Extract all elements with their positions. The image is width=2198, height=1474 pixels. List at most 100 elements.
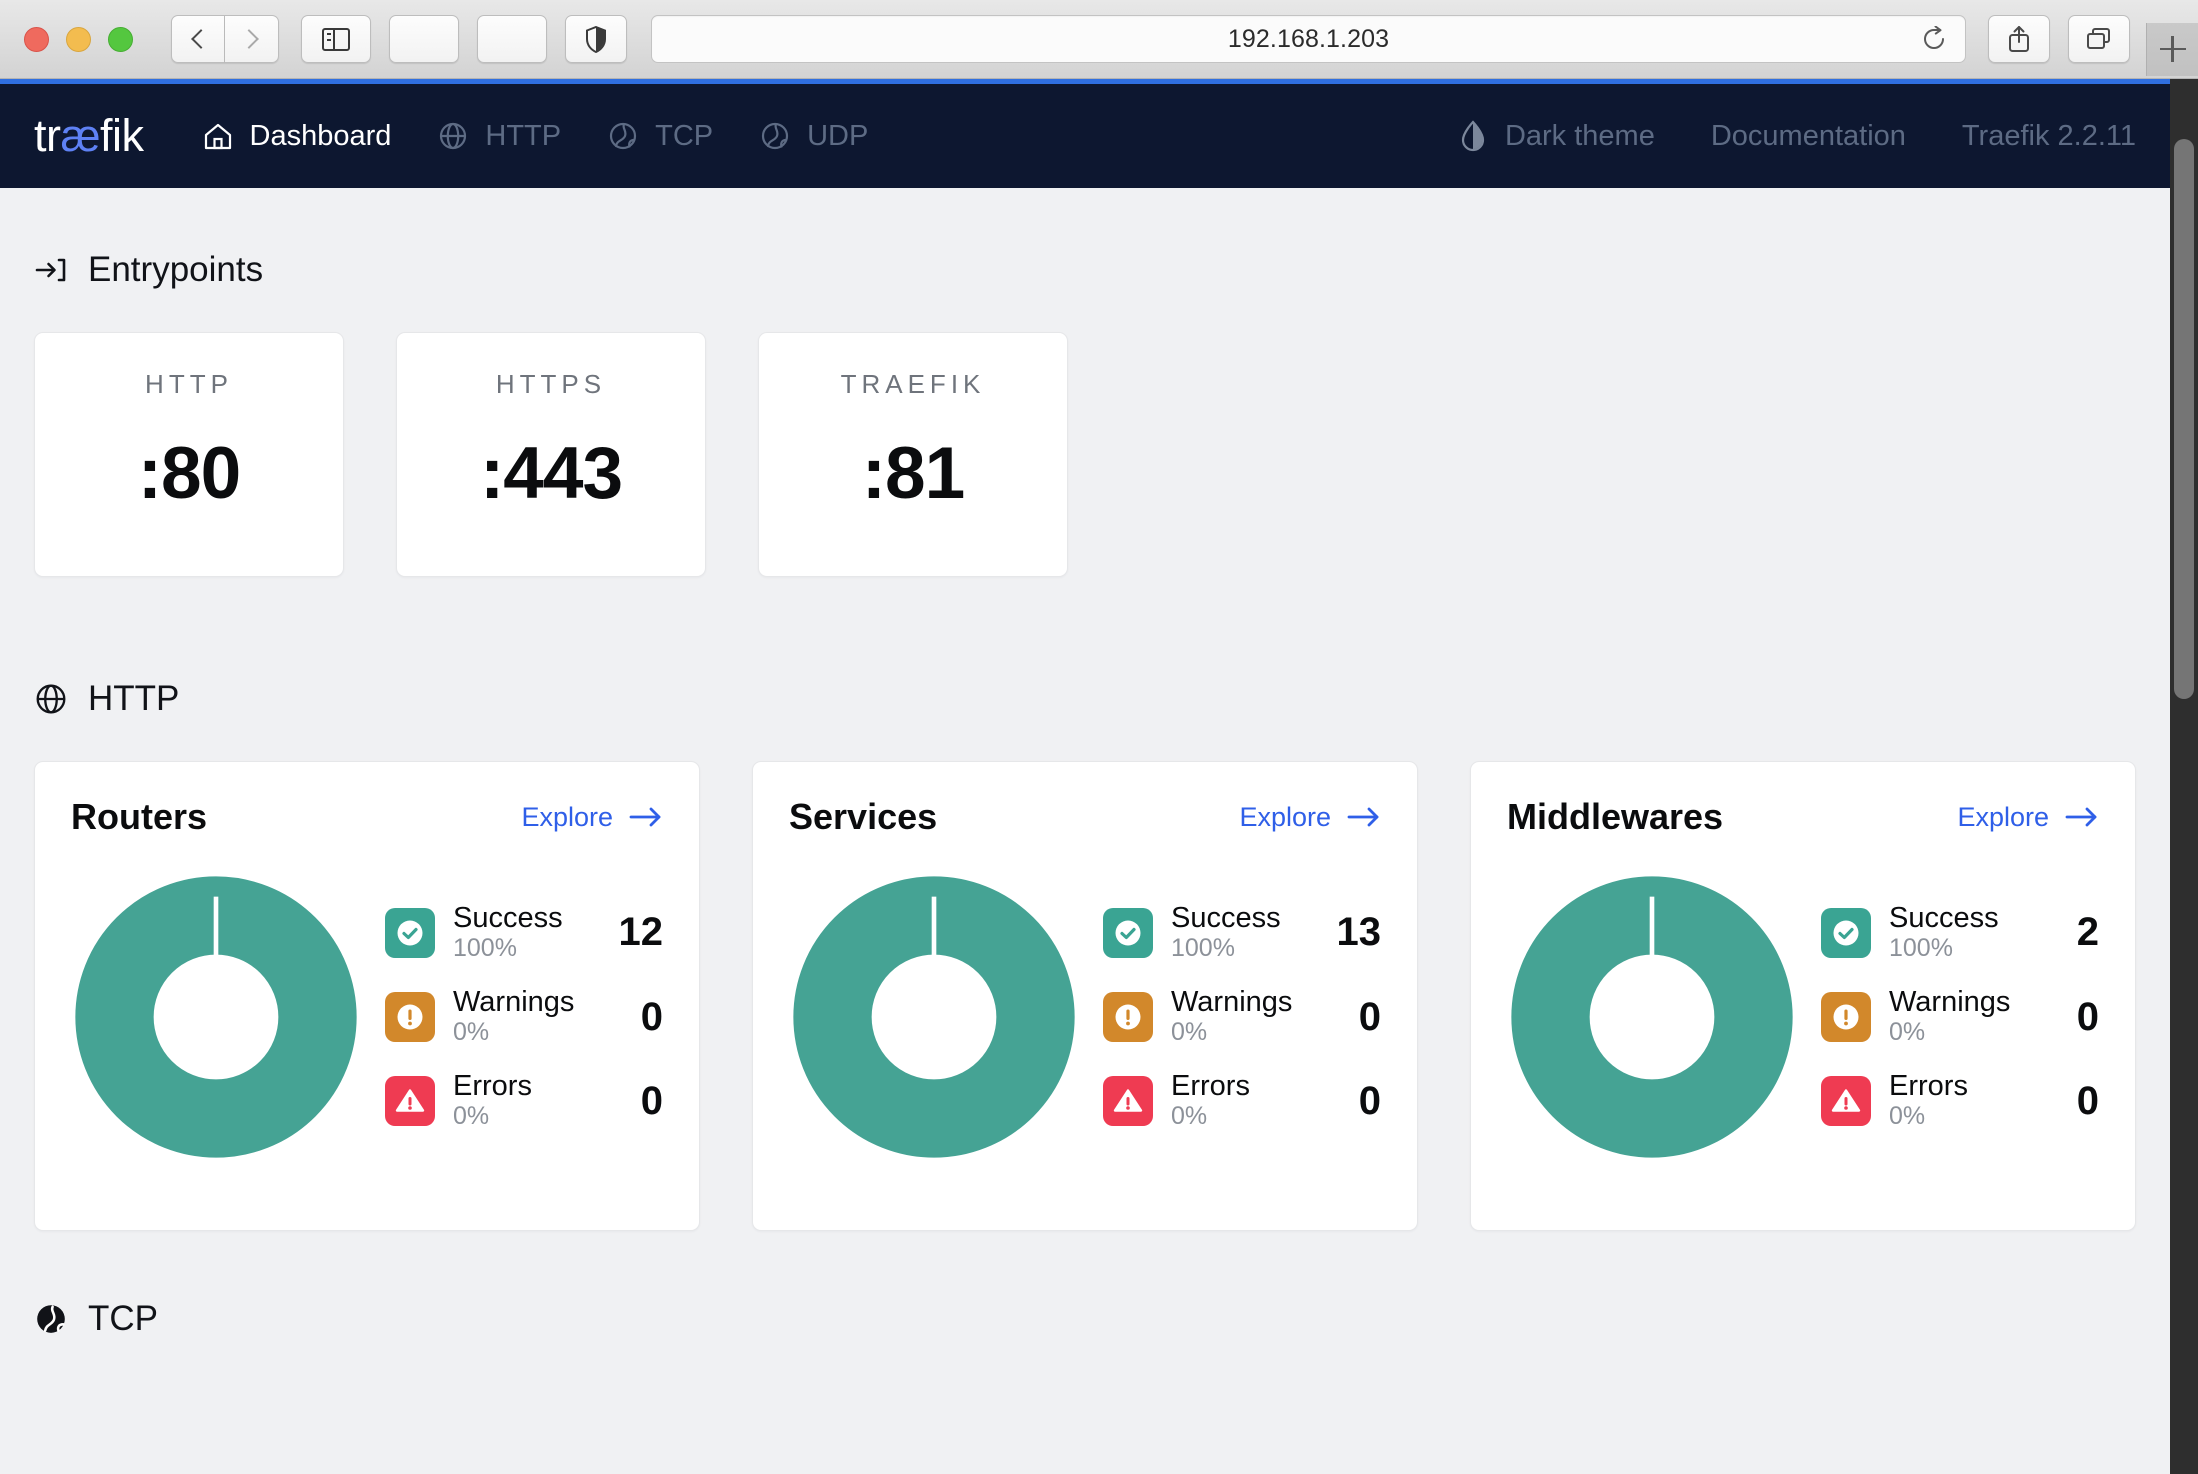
- page-scrollbar-thumb[interactable]: [2174, 139, 2194, 699]
- explore-link-routers[interactable]: Explore: [521, 802, 663, 833]
- warning-icon: [1103, 992, 1153, 1042]
- entrypoint-port: :81: [861, 433, 966, 514]
- http-section-title: HTTP: [88, 679, 180, 718]
- success-icon: [1821, 907, 1871, 958]
- address-bar[interactable]: 192.168.1.203: [651, 15, 1966, 63]
- warning-icon: [1821, 992, 1871, 1042]
- globe-icon: [440, 122, 467, 150]
- tcp-section-header: TCP: [34, 1299, 2136, 1339]
- globe-wave-icon: [762, 122, 789, 150]
- legend-count: 0: [2076, 1078, 2099, 1123]
- legend-count: 0: [2076, 994, 2099, 1039]
- reload-icon[interactable]: [1921, 26, 1947, 52]
- nav-item-tcp[interactable]: TCP: [607, 120, 713, 153]
- legend-services: Success 100% 13 Warnings 0% 0 Errors 0% …: [1093, 902, 1381, 1131]
- close-window-button[interactable]: [24, 26, 49, 52]
- toolbar-button-two[interactable]: [477, 15, 547, 63]
- legend-row-warnings: Warnings 0% 0: [1103, 986, 1381, 1047]
- card-title: Services: [789, 796, 938, 837]
- entrypoint-card-https[interactable]: HTTPS :443: [396, 332, 706, 577]
- legend-count: 2: [2076, 910, 2099, 955]
- legend-percent: 0%: [1171, 1018, 1208, 1047]
- share-icon: [2009, 26, 2029, 52]
- legend-middlewares: Success 100% 2 Warnings 0% 0 Errors 0% 0: [1811, 901, 2099, 1131]
- legend-row-success: Success 100% 13: [1103, 902, 1381, 963]
- explore-link-middlewares[interactable]: Explore: [1957, 802, 2099, 833]
- success-icon: [1103, 907, 1153, 958]
- minimize-window-button[interactable]: [66, 26, 91, 52]
- legend-text-group: Success 100%: [1889, 901, 2031, 963]
- stat-card-routers: Routers Explore Success 100% 12 Warnings…: [34, 761, 700, 1231]
- entrypoint-name: HTTP: [145, 369, 233, 399]
- entrypoint-port: :80: [137, 433, 242, 514]
- traefik-logo[interactable]: træfik: [34, 110, 144, 162]
- legend-label: Success: [1889, 901, 1999, 934]
- legend-text-group: Errors 0%: [1171, 1070, 1313, 1131]
- entrypoints-title: Entrypoints: [88, 250, 264, 289]
- explore-label: Explore: [521, 801, 613, 832]
- entrypoint-card-traefik[interactable]: TRAEFIK :81: [758, 332, 1068, 577]
- legend-row-warnings: Warnings 0% 0: [1821, 985, 2099, 1047]
- legend-count: 0: [640, 1078, 663, 1123]
- legend-label: Warnings: [1889, 985, 2011, 1018]
- nav-label-udp: UDP: [807, 119, 869, 152]
- legend-text-group: Warnings 0%: [1889, 985, 2031, 1047]
- legend-percent: 0%: [1889, 1102, 1926, 1131]
- dashboard-page: Entrypoints HTTP :80 HTTPS :443 TRAEFIK …: [0, 188, 2170, 1474]
- legend-label: Errors: [1889, 1070, 1968, 1103]
- tab-overview-button[interactable]: [2068, 15, 2130, 63]
- nav-item-dark-theme[interactable]: Dark theme: [1457, 119, 1655, 153]
- chevron-left-icon: [190, 29, 211, 49]
- nav-item-dashboard[interactable]: Dashboard: [202, 119, 392, 153]
- explore-link-services[interactable]: Explore: [1239, 802, 1381, 833]
- nav-item-documentation[interactable]: Documentation: [1711, 120, 1906, 153]
- legend-count: 0: [1358, 1078, 1381, 1123]
- nav-label-http: HTTP: [485, 119, 562, 152]
- error-icon: [1821, 1076, 1871, 1127]
- card-title: Middlewares: [1507, 796, 1724, 837]
- legend-count: 12: [618, 910, 664, 955]
- arrow-right-icon: [2065, 807, 2097, 827]
- nav-item-udp[interactable]: UDP: [759, 120, 868, 153]
- nav-label-version: Traefik 2.2.11: [1961, 119, 2136, 152]
- card-body: Success 100% 2 Warnings 0% 0 Errors 0% 0: [1507, 838, 2099, 1196]
- new-tab-button[interactable]: [2146, 22, 2198, 76]
- globe-wave-icon: [610, 122, 637, 150]
- sidebar-toggle-button[interactable]: [301, 15, 371, 63]
- legend-count: 0: [640, 994, 663, 1039]
- entrypoint-name: TRAEFIK: [840, 369, 986, 399]
- back-button[interactable]: [171, 15, 225, 63]
- explore-label: Explore: [1957, 801, 2049, 832]
- legend-percent: 0%: [1889, 1018, 1926, 1047]
- browser-right-buttons: [1988, 3, 2198, 76]
- entrypoint-card-http[interactable]: HTTP :80: [34, 332, 344, 577]
- logo-text-pre: tr: [34, 110, 61, 161]
- toolbar-button-one[interactable]: [389, 15, 459, 63]
- nav-item-http[interactable]: HTTP: [437, 120, 561, 153]
- share-button[interactable]: [1988, 15, 2050, 63]
- privacy-report-button[interactable]: [565, 15, 627, 63]
- stat-card-services: Services Explore Success 100% 13 Warning…: [752, 761, 1418, 1231]
- maximize-window-button[interactable]: [108, 26, 133, 52]
- plus-icon: [2159, 36, 2186, 62]
- legend-label: Errors: [1171, 1070, 1250, 1103]
- tab-overview-icon: [2087, 28, 2110, 49]
- legend-percent: 100%: [453, 934, 517, 963]
- nav-label-dashboard: Dashboard: [249, 119, 392, 152]
- legend-percent: 0%: [1171, 1102, 1208, 1131]
- legend-percent: 0%: [453, 1018, 490, 1047]
- version-label[interactable]: Traefik 2.2.11: [1962, 120, 2136, 153]
- page-scrollbar-track[interactable]: [2170, 79, 2198, 1474]
- legend-routers: Success 100% 12 Warnings 0% 0 Errors 0% …: [375, 902, 664, 1131]
- legend-label: Warnings: [453, 985, 575, 1018]
- success-icon: [385, 907, 435, 958]
- donut-chart-routers: [75, 876, 357, 1158]
- legend-text-group: Success 100%: [1171, 902, 1313, 963]
- legend-text-group: Success 100%: [453, 902, 595, 963]
- tcp-section-title: TCP: [88, 1299, 158, 1338]
- nav-label-documentation: Documentation: [1710, 119, 1906, 152]
- legend-text-group: Warnings 0%: [1171, 986, 1313, 1047]
- forward-button[interactable]: [225, 15, 279, 63]
- legend-row-errors: Errors 0% 0: [1103, 1070, 1381, 1131]
- window-traffic-lights: [24, 26, 133, 52]
